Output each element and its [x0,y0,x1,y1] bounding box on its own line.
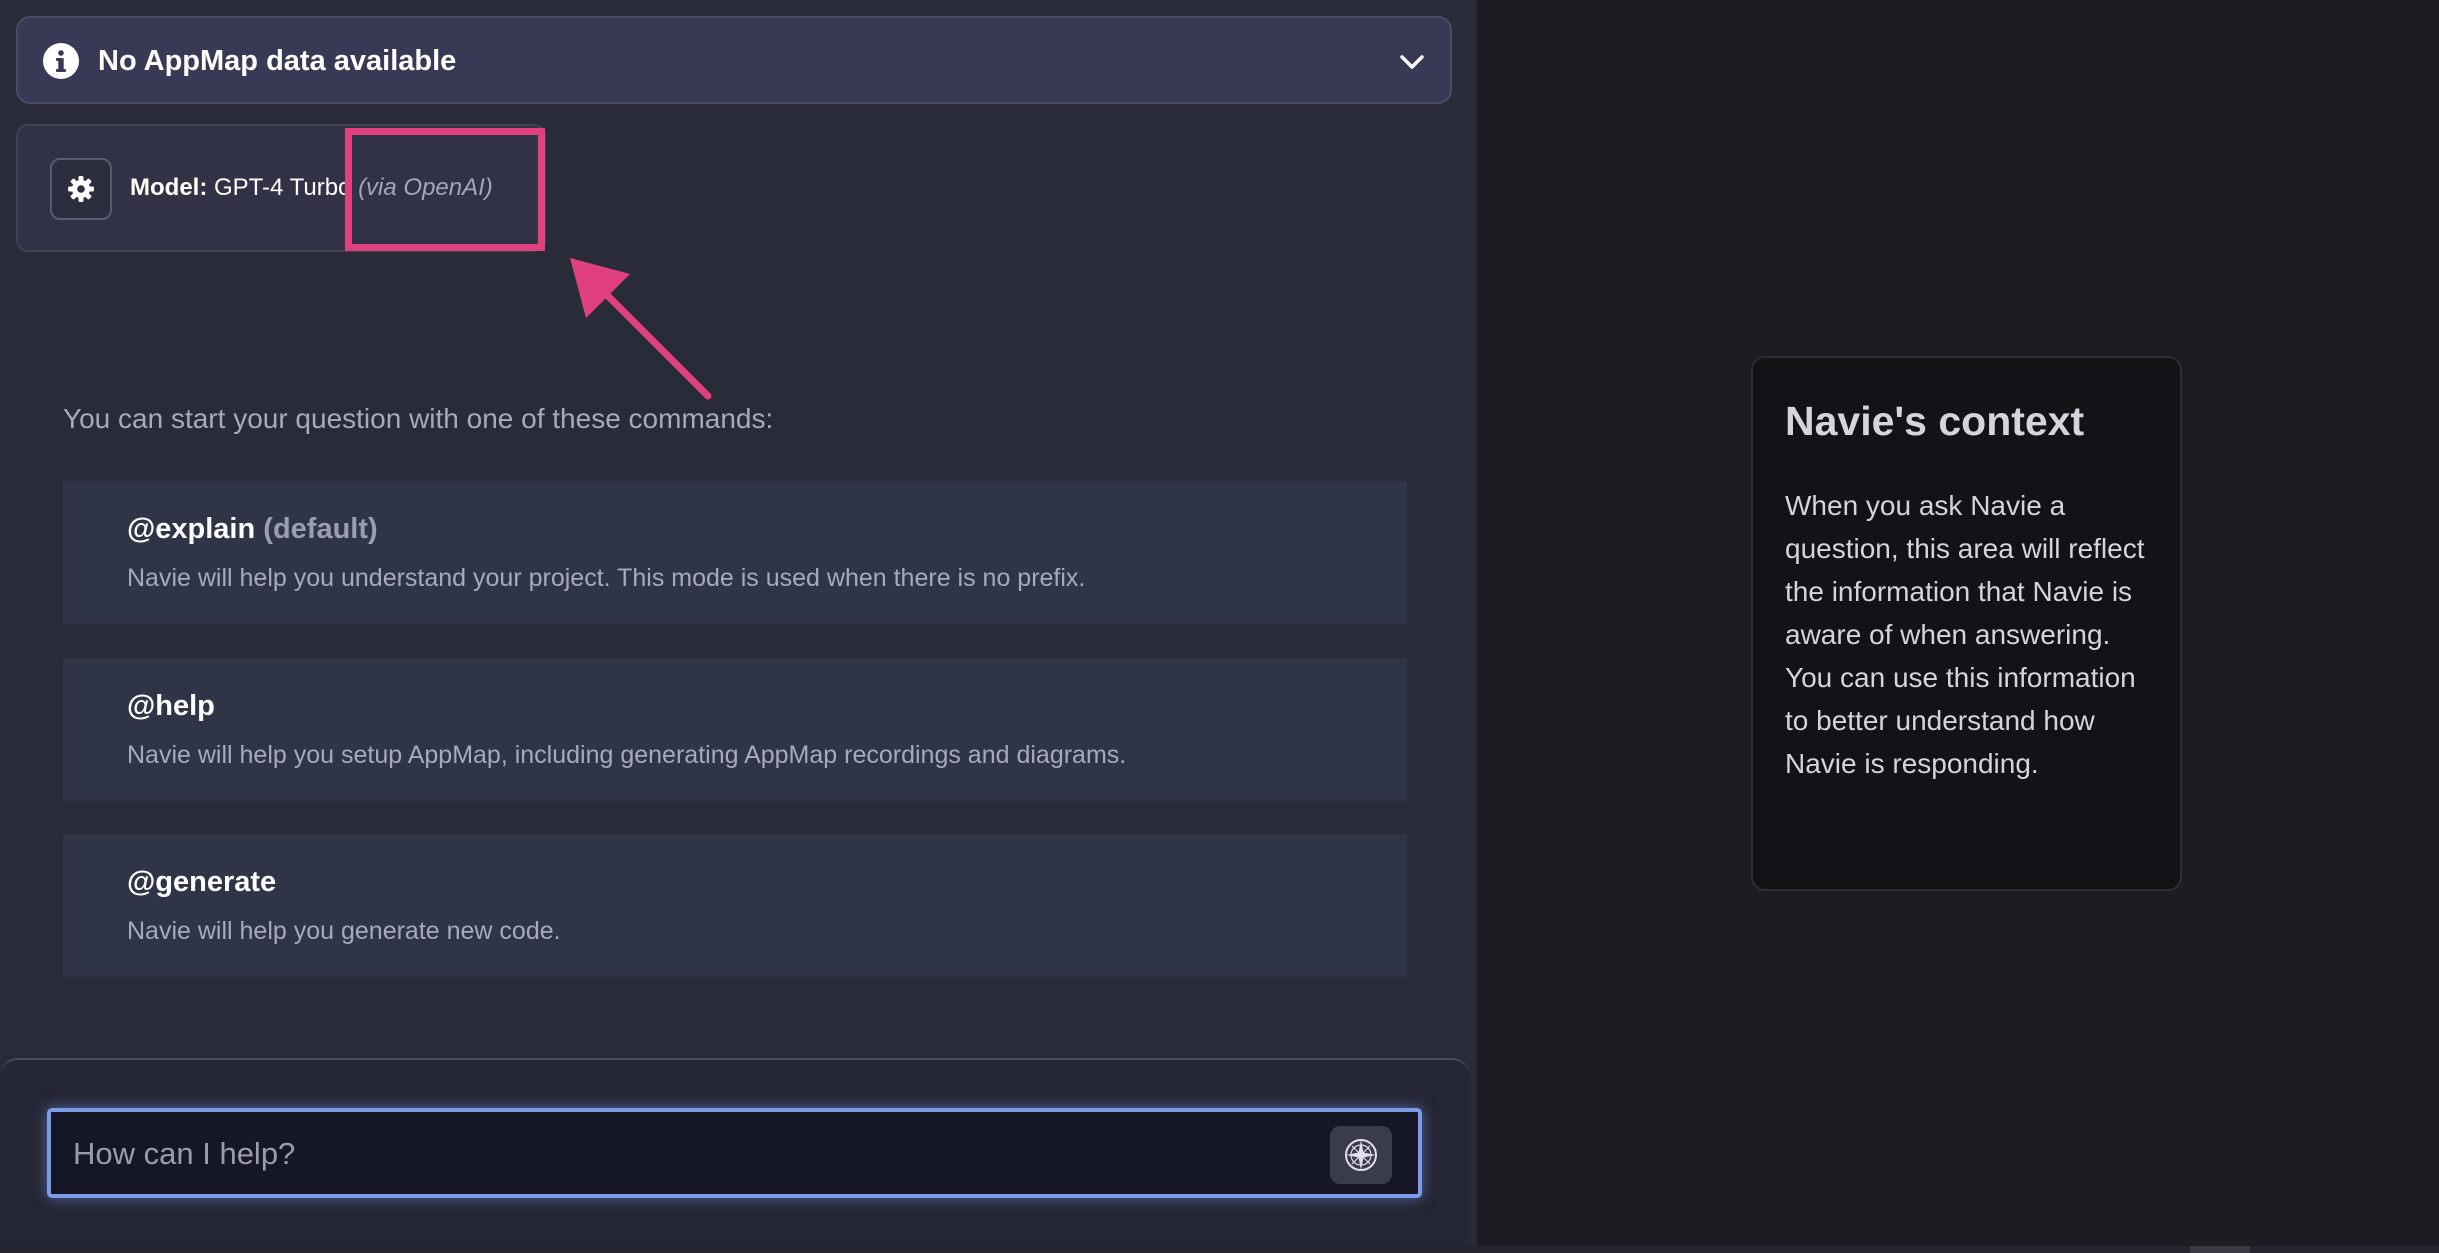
command-card-generate[interactable]: @generate Navie will help you generate n… [63,834,1407,977]
chat-input-box[interactable] [47,1108,1422,1198]
command-card-explain[interactable]: @explain (default) Navie will help you u… [63,481,1407,624]
context-title: Navie's context [1785,398,2085,444]
commands-intro: You can start your question with one of … [63,403,774,434]
annotation-highlight-box [345,128,545,251]
horizontal-scrollbar[interactable] [0,1246,2439,1253]
command-description: Navie will help you generate new code. [127,917,561,945]
appmap-status-banner[interactable]: No AppMap data available [16,16,1452,104]
appmap-banner-title: No AppMap data available [98,45,457,77]
model-label: Model: [130,174,208,201]
command-name: @explain (default) [127,513,378,545]
annotation-arrow-icon [570,258,712,400]
gear-icon [68,176,94,202]
scrollbar-thumb[interactable] [2190,1246,2250,1253]
command-description: Navie will help you understand your proj… [127,564,1086,592]
chat-input[interactable] [71,1130,1315,1178]
compass-icon [1345,1139,1377,1171]
command-name: @help [127,690,215,722]
command-card-help[interactable]: @help Navie will help you setup AppMap, … [63,658,1407,801]
navie-context-card: Navie's context When you ask Navie a que… [1751,356,2182,891]
info-circle-icon [43,43,79,79]
command-default-tag: (default) [263,513,378,545]
model-name: GPT-4 Turbo [214,174,352,201]
command-name: @generate [127,866,277,898]
context-button[interactable] [1330,1126,1392,1184]
command-description: Navie will help you setup AppMap, includ… [127,741,1127,769]
model-settings-button[interactable] [50,158,112,220]
chevron-down-icon[interactable] [1396,46,1428,78]
context-description: When you ask Navie a question, this area… [1785,490,2145,779]
